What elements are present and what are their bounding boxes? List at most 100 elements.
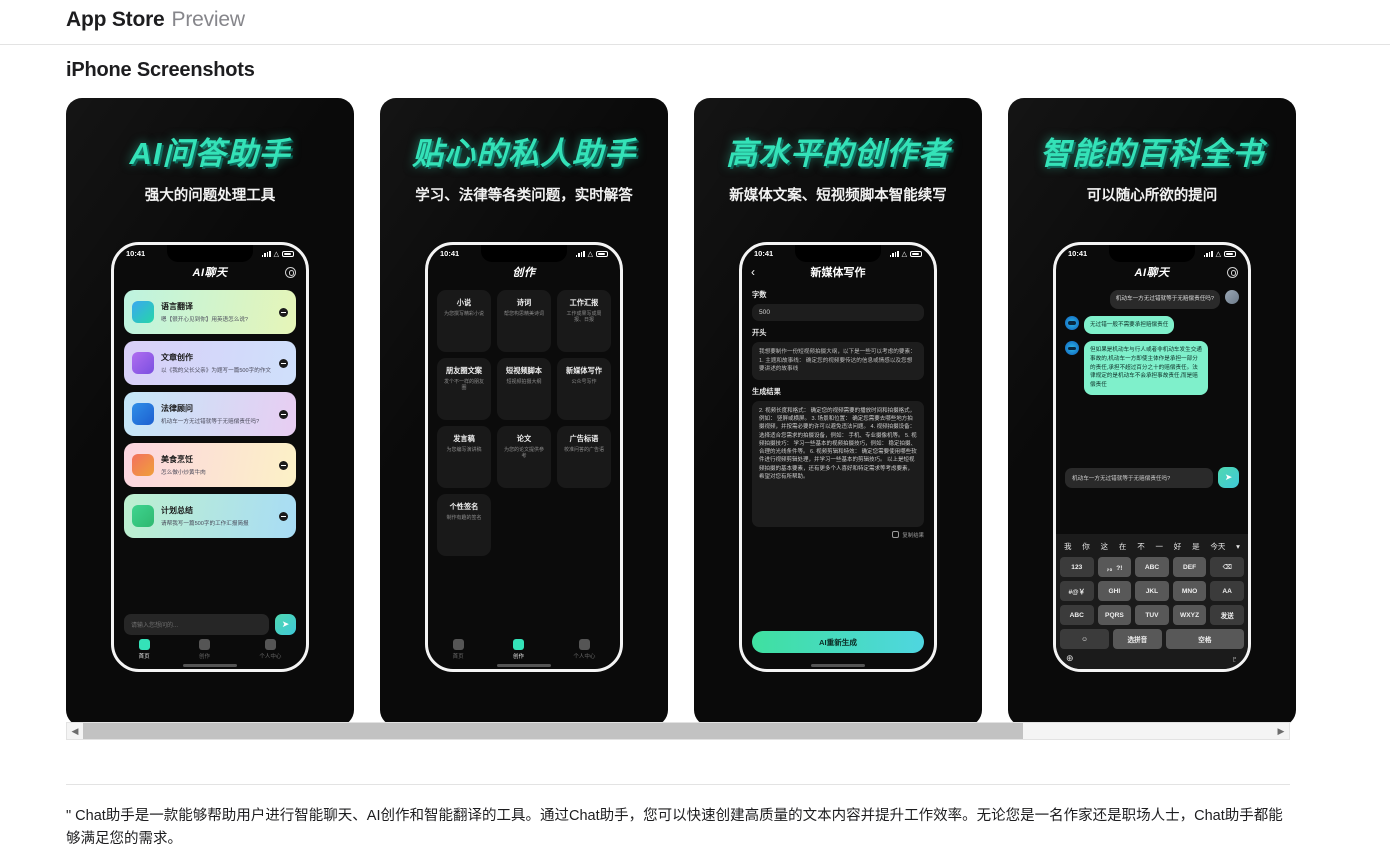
grid-item-title: 朋友圈文案 [446,366,482,375]
tab-profile[interactable]: 个人中心 [573,639,595,660]
screenshot-item-1[interactable]: AI问答助手 强大的问题处理工具 10:41 △ AI聊天 语言翻译 嗯【很开心… [66,98,354,726]
back-icon[interactable]: ‹ [751,266,755,278]
chevron-right-icon[interactable] [279,409,288,419]
chat-input-field[interactable]: 机动车一方无过错就等于无赔偿责任吗? [1065,467,1213,488]
gear-icon[interactable] [285,266,296,278]
key-send[interactable]: 发送 [1210,605,1244,625]
message-input[interactable]: 请输入您想问的... [124,614,269,635]
key-tuv[interactable]: TUV [1135,605,1169,625]
key-123[interactable]: 123 [1060,557,1094,577]
suggestion-item[interactable]: 不 [1137,541,1145,552]
feature-card[interactable]: 文章创作 以《我的父长父亲》为题写一篇500字的作文 [124,341,296,385]
key-abc[interactable]: ABC [1135,557,1169,577]
key-pinyin[interactable]: 选拼音 [1112,629,1162,649]
key-pqrs[interactable]: PQRS [1097,605,1132,625]
horizontal-scrollbar[interactable]: ◀ ▶ [66,722,1290,740]
scrollbar-thumb[interactable] [83,723,1024,739]
suggestion-item[interactable]: 在 [1119,541,1127,552]
keyboard-row: ☺ 选拼音 空格 [1060,629,1244,649]
grid-item-desc: 为您编写演讲稿 [446,446,482,453]
feature-card[interactable]: 法律顾问 机动车一方无过错就等于无赔偿责任吗? [124,392,296,436]
opening-textarea[interactable]: 我想要制作一份短视频拍摄大纲，以下是一些可以考虑的要素： 1. 主题和故事线： … [752,342,924,380]
feature-card-title: 美食烹饪 [161,455,193,465]
phone-nav-bar: 创作 [428,260,620,284]
key-ghi[interactable]: GHI [1097,581,1132,601]
tab-home[interactable]: 首页 [452,639,464,660]
chevron-down-icon[interactable]: ▾ [1236,542,1240,551]
send-icon[interactable]: ➤ [1218,467,1239,488]
chat-composer[interactable]: 机动车一方无过错就等于无赔偿责任吗? ➤ [1065,467,1239,488]
grid-item[interactable]: 个性签名 制作有趣的签名 [437,494,491,556]
scroll-left-arrow-icon[interactable]: ◀ [67,726,83,737]
screenshot-item-2[interactable]: 贴心的私人助手 学习、法律等各类问题，实时解答 10:41 △ 创作 小说 为您… [380,98,668,726]
suggestion-item[interactable]: 好 [1174,541,1182,552]
grid-item[interactable]: 朋友圈文案 发个不一样的朋友圈 [437,358,491,420]
screenshot-item-3[interactable]: 高水平的创作者 新媒体文案、短视频脚本智能续写 10:41 △ ‹ 新媒体写作 … [694,98,982,726]
screenshot-item-4[interactable]: 智能的百科全书 可以随心所欲的提问 10:41 △ AI聊天 机动车一方无过错就… [1008,98,1296,726]
tab-create[interactable]: 创作 [512,639,524,660]
grid-item[interactable]: 短视频脚本 短视频拍摄大纲 [497,358,551,420]
suggestion-item[interactable]: 是 [1192,541,1200,552]
tab-home[interactable]: 首页 [138,639,150,660]
feature-card-title: 语言翻译 [161,302,193,312]
feature-card-text: 美食烹饪 怎么做小炒黄牛肉 [161,454,279,476]
key-def[interactable]: DEF [1172,557,1207,577]
grid-item[interactable]: 发言稿 为您编写演讲稿 [437,426,491,488]
home-indicator [183,663,237,667]
tab-profile[interactable]: 个人中心 [259,639,281,660]
send-icon[interactable]: ➤ [275,614,296,635]
keyboard-suggestions[interactable]: 我 你 这 在 不 一 好 是 今天 ▾ [1060,538,1244,557]
globe-icon[interactable]: ⊕ [1066,653,1074,664]
suggestion-item[interactable]: 今天 [1210,541,1225,552]
chat-message-user: 机动车一方无过错就等于无赔偿责任吗? [1065,290,1239,309]
keyboard-row: 123 ，。?! ABC DEF ⌫ [1060,557,1244,577]
message-composer[interactable]: 请输入您想问的... ➤ [124,614,296,635]
microphone-icon[interactable]: ♇ [1231,654,1238,664]
key-jkl[interactable]: JKL [1135,581,1169,601]
suggestion-item[interactable]: 一 [1155,541,1163,552]
phone-mockup-1: 10:41 △ AI聊天 语言翻译 嗯【很开心见到你】用英语怎么说? 文章创作 … [111,242,309,672]
scroll-right-arrow-icon[interactable]: ▶ [1273,726,1289,737]
feature-card[interactable]: 语言翻译 嗯【很开心见到你】用英语怎么说? [124,290,296,334]
suggestion-item[interactable]: 我 [1064,541,1072,552]
key-punct[interactable]: ，。?! [1097,557,1132,577]
key-shift[interactable]: AA [1210,581,1244,601]
key-mno[interactable]: MNO [1172,581,1207,601]
keyboard-bottom-row: ⊕ ♇ [1060,649,1244,669]
scrollbar-track[interactable] [83,723,1273,739]
backspace-icon[interactable]: ⌫ [1210,557,1244,577]
grid-item[interactable]: 诗词 帮您构思精美诗词 [497,290,551,352]
article-icon [132,352,154,374]
virtual-keyboard[interactable]: 我 你 这 在 不 一 好 是 今天 ▾ 123 ，。?! ABC DEF ⌫ … [1056,534,1248,669]
grid-item[interactable]: 论文 为您的论文提供参考 [497,426,551,488]
emoji-icon[interactable]: ☺ [1060,629,1109,649]
feature-card[interactable]: 美食烹饪 怎么做小炒黄牛肉 [124,443,296,487]
chevron-right-icon[interactable] [279,460,288,470]
grid-item[interactable]: 新媒体写作 公众号写作 [557,358,611,420]
bottom-tab-bar[interactable]: 首页 创作 个人中心 [114,636,306,663]
chevron-right-icon[interactable] [279,511,288,521]
key-wxyz[interactable]: WXYZ [1172,605,1207,625]
grid-item[interactable]: 广告标语 校准问答的广告语 [557,426,611,488]
tab-create[interactable]: 创作 [198,639,210,660]
chevron-right-icon[interactable] [279,358,288,368]
word-count-input[interactable]: 500 [752,304,924,321]
feature-card[interactable]: 计划总结 请帮我写一篇500字的工作汇报简报 [124,494,296,538]
phone-nav-bar: ‹ 新媒体写作 [742,260,934,284]
chevron-right-icon[interactable] [279,307,288,317]
result-label: 生成结果 [752,386,781,396]
key-space[interactable]: 空格 [1165,629,1244,649]
key-symbols[interactable]: #@￥ [1060,581,1094,601]
screenshots-carousel[interactable]: AI问答助手 强大的问题处理工具 10:41 △ AI聊天 语言翻译 嗯【很开心… [0,98,1390,726]
suggestion-item[interactable]: 这 [1101,541,1109,552]
regenerate-button[interactable]: AI重新生成 [752,631,924,653]
grid-item[interactable]: 工作汇报 工作成果写成周报、日报 [557,290,611,352]
suggestion-item[interactable]: 你 [1082,541,1090,552]
bottom-tab-bar[interactable]: 首页 创作 个人中心 [428,636,620,663]
signal-icon [889,250,899,257]
key-abc-mode[interactable]: ABC [1060,605,1094,625]
copy-result-button[interactable]: 复制结果 [752,531,924,539]
plan-icon [132,505,154,527]
gear-icon[interactable] [1227,266,1238,278]
grid-item[interactable]: 小说 为您撰写精彩小说 [437,290,491,352]
